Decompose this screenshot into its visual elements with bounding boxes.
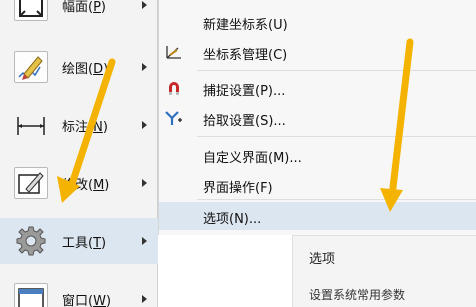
tools-submenu: ━━━━ 新建坐标系(U) 坐标系管理(C) 捕捉设置(P)... 拾取设置(S…: [158, 0, 476, 235]
menu-item-tools[interactable]: 工具(T): [0, 218, 158, 264]
menu-item-layout[interactable]: 幅面(P): [0, 0, 158, 28]
menu-item-label: 工具(T): [62, 235, 107, 251]
submenu-arrow-icon: [142, 121, 147, 129]
gear-icon: [14, 225, 48, 257]
submenu-item-new-ucs[interactable]: 新建坐标系(U): [159, 8, 476, 36]
main-menu: 幅面(P) 绘图(D) 标注(N) 修改(M) 工具(T) 窗口(W): [0, 0, 158, 307]
submenu-item-label: 捕捉设置(P)...: [203, 84, 286, 99]
menu-item-label: 修改(M): [62, 177, 110, 193]
submenu-item-label: 界面操作(F): [203, 181, 273, 196]
submenu-item-ui-operations[interactable]: 界面操作(F): [159, 171, 476, 199]
submenu-separator: [197, 199, 476, 200]
submenu-item-label: 坐标系管理(C): [203, 48, 288, 63]
submenu-separator: [197, 136, 476, 137]
tooltip-description: 设置系统常用参数: [309, 288, 406, 302]
menu-item-label: 幅面(P): [62, 0, 106, 15]
menu-item-modify[interactable]: 修改(M): [0, 160, 158, 206]
submenu-item-label: 自定义界面(M)...: [203, 151, 302, 166]
options-tooltip: 选项 设置系统常用参数: [292, 235, 476, 307]
submenu-item-label: 选项(N)...: [203, 212, 262, 227]
submenu-item-label: 拾取设置(S)...: [203, 114, 286, 129]
submenu-arrow-icon: [142, 295, 147, 303]
submenu-separator: [197, 70, 476, 71]
window-icon: [14, 283, 48, 307]
dimension-icon: [14, 109, 48, 141]
submenu-item-options[interactable]: 选项(N)...: [159, 202, 476, 230]
submenu-arrow-icon: [142, 237, 147, 245]
menu-item-dimension[interactable]: 标注(N): [0, 102, 158, 148]
pick-settings-icon: [165, 110, 183, 126]
layout-icon: [14, 0, 48, 21]
submenu-item-pick-settings[interactable]: 拾取设置(S)...: [159, 104, 476, 132]
submenu-arrow-icon: [142, 179, 147, 187]
submenu-item-ucs-manager[interactable]: 坐标系管理(C): [159, 38, 476, 66]
submenu-item-snap-settings[interactable]: 捕捉设置(P)...: [159, 74, 476, 102]
submenu-arrow-icon: [142, 63, 147, 71]
submenu-item-label: 新建坐标系(U): [203, 18, 288, 33]
submenu-item-label: ━━━━: [203, 0, 234, 5]
menu-item-label: 标注(N): [62, 119, 108, 135]
menu-item-window[interactable]: 窗口(W): [0, 276, 158, 307]
submenu-arrow-icon: [142, 1, 147, 9]
menu-item-label: 绘图(D): [62, 61, 109, 77]
draw-pencil-icon: [14, 51, 48, 83]
coordinate-manager-icon: [165, 44, 183, 60]
modify-pencil-icon: [14, 167, 48, 199]
submenu-item-customize-ui[interactable]: 自定义界面(M)...: [159, 141, 476, 169]
magnet-icon: [165, 80, 183, 96]
menu-item-label: 窗口(W): [62, 293, 112, 307]
menu-item-draw[interactable]: 绘图(D): [0, 44, 158, 90]
tooltip-title: 选项: [309, 252, 336, 267]
